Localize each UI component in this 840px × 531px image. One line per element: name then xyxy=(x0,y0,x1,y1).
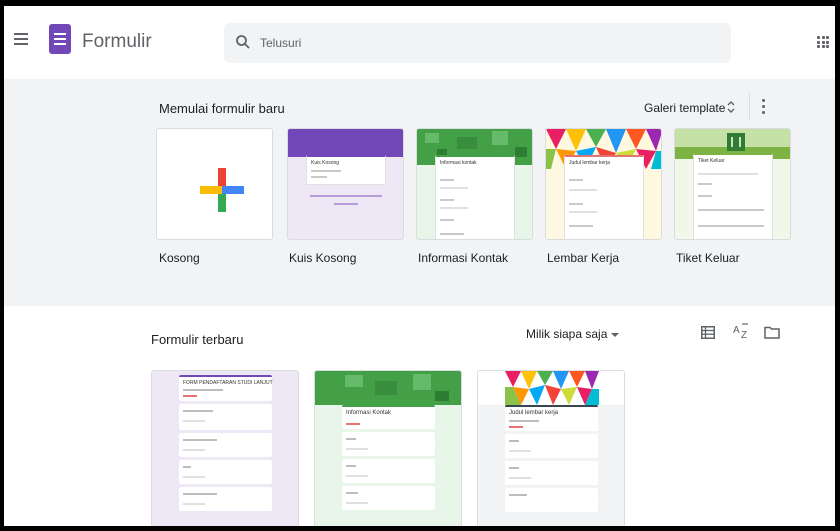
folder-icon[interactable] xyxy=(764,326,780,339)
recent-form-contact-info[interactable]: Informasi Kontak xyxy=(314,370,462,526)
template-contact-info[interactable]: Informasi kontak xyxy=(416,128,533,240)
forms-home: Formulir Memulai formulir baru Galeri te… xyxy=(4,6,835,526)
recent-form-worksheet[interactable]: Judul lembar kerja xyxy=(477,370,625,526)
svg-text:A: A xyxy=(733,325,740,336)
google-apps-icon[interactable] xyxy=(817,36,829,48)
template-label-blank-quiz[interactable]: Kuis Kosong xyxy=(289,251,356,265)
sort-az-icon[interactable]: A Z xyxy=(732,322,750,340)
template-gallery-button[interactable]: Galeri template xyxy=(644,101,725,115)
forms-logo-icon[interactable] xyxy=(49,24,71,54)
template-worksheet[interactable]: Judul lembar kerja xyxy=(545,128,662,240)
form-header-pattern xyxy=(478,371,624,405)
recent-forms: Formulir terbaru Milik siapa saja A Z FO… xyxy=(4,306,835,526)
more-options-icon[interactable] xyxy=(762,99,766,115)
template-card-title: Judul lembar kerja xyxy=(569,160,610,166)
form-card-title: FORM PENDAFTARAN STUDI LANJUT xyxy=(183,380,273,386)
app-title[interactable]: Formulir xyxy=(82,31,152,53)
gallery-title: Memulai formulir baru xyxy=(159,101,285,116)
form-card-title: Informasi Kontak xyxy=(346,410,392,416)
search-input[interactable] xyxy=(260,23,660,63)
owner-filter-dropdown[interactable]: Milik siapa saja xyxy=(526,327,620,341)
template-gallery: Memulai formulir baru Galeri template Ko… xyxy=(4,79,835,306)
form-card-title: Judul lembar kerja xyxy=(509,410,559,416)
template-label-contact-info[interactable]: Informasi Kontak xyxy=(418,251,508,265)
recent-form-registration[interactable]: FORM PENDAFTARAN STUDI LANJUT xyxy=(151,370,299,526)
hamburger-menu-icon[interactable] xyxy=(14,33,28,45)
caret-down-icon xyxy=(611,332,620,337)
divider xyxy=(749,93,750,121)
recent-forms-title: Formulir terbaru xyxy=(151,332,244,347)
app-header: Formulir xyxy=(4,6,835,79)
form-header-pattern xyxy=(315,371,461,405)
template-blank-quiz[interactable]: Kuis Kosong xyxy=(287,128,404,240)
owner-filter-label: Milik siapa saja xyxy=(526,327,608,341)
template-card-title: Kuis Kosong xyxy=(311,160,340,166)
template-blank[interactable] xyxy=(156,128,273,240)
search-bar[interactable] xyxy=(224,23,731,63)
template-label-blank[interactable]: Kosong xyxy=(159,251,200,265)
template-exit-ticket[interactable]: Tiket Keluar xyxy=(674,128,791,240)
plus-icon xyxy=(200,168,244,212)
template-label-worksheet[interactable]: Lembar Kerja xyxy=(547,251,619,265)
list-view-icon[interactable] xyxy=(701,326,715,339)
search-icon[interactable] xyxy=(234,33,252,51)
template-card-title: Tiket Keluar xyxy=(698,158,725,164)
unfold-more-icon[interactable] xyxy=(726,99,736,115)
template-label-exit-ticket[interactable]: Tiket Keluar xyxy=(676,251,740,265)
svg-text:Z: Z xyxy=(741,330,747,340)
template-card-title: Informasi kontak xyxy=(440,160,477,166)
